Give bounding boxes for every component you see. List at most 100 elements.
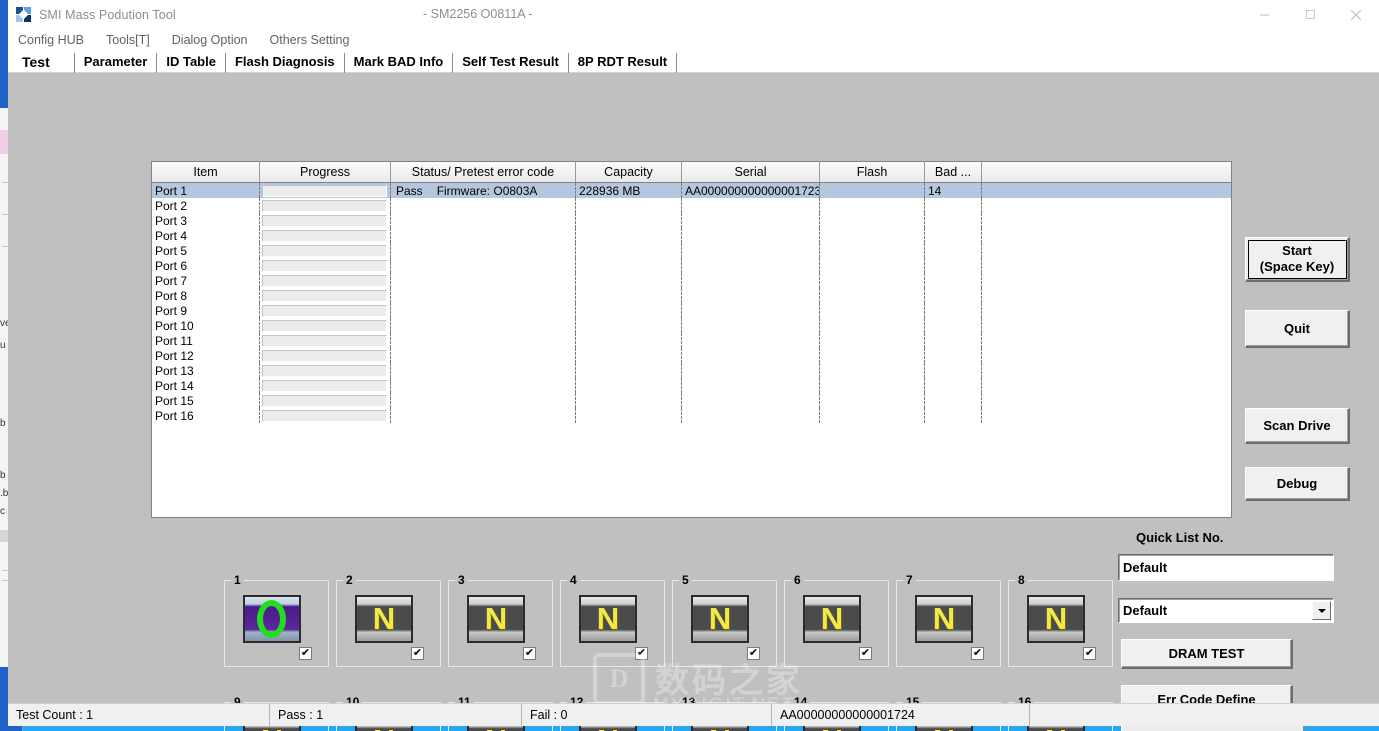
port-panel-2[interactable]: 2 N ✔ xyxy=(336,573,441,667)
port-enable-checkbox[interactable]: ✔ xyxy=(859,647,872,660)
table-cell-item: Port 14 xyxy=(152,378,260,393)
table-row[interactable]: Port 2 xyxy=(152,198,1231,213)
port-panel-4[interactable]: 4 N ✔ xyxy=(560,573,665,667)
window-subtitle: - SM2256 O0811A - xyxy=(423,7,533,21)
menu-item-dialog-option[interactable]: Dialog Option xyxy=(172,33,248,47)
table-cell-filler xyxy=(982,198,1231,213)
table-cell-flash xyxy=(820,258,925,273)
grid-header-serial[interactable]: Serial xyxy=(682,162,820,182)
tab-parameter[interactable]: Parameter xyxy=(75,53,158,73)
progress-bar xyxy=(262,410,387,422)
port-panel-6[interactable]: 6 N ✔ xyxy=(784,573,889,667)
table-row[interactable]: Port 16 xyxy=(152,408,1231,423)
table-row[interactable]: Port 7 xyxy=(152,273,1231,288)
table-row[interactable]: Port 10 xyxy=(152,318,1231,333)
table-row[interactable]: Port 8 xyxy=(152,288,1231,303)
table-row[interactable]: Port 14 xyxy=(152,378,1231,393)
maximize-icon[interactable] xyxy=(1287,0,1333,29)
table-cell-serial xyxy=(682,393,820,408)
debug-button[interactable]: Debug xyxy=(1245,467,1350,501)
grid-header-progress[interactable]: Progress xyxy=(260,162,391,182)
table-row[interactable]: Port 5 xyxy=(152,243,1231,258)
table-row[interactable]: Port 12 xyxy=(152,348,1231,363)
table-cell-status xyxy=(391,333,576,348)
table-row[interactable]: Port 13 xyxy=(152,363,1231,378)
grid-header-flash[interactable]: Flash xyxy=(820,162,925,182)
table-cell-progress xyxy=(260,243,391,258)
port-enable-checkbox[interactable]: ✔ xyxy=(523,647,536,660)
table-cell-capacity xyxy=(576,378,682,393)
scan-drive-button[interactable]: Scan Drive xyxy=(1245,408,1350,444)
tab-8p-rdt-result[interactable]: 8P RDT Result xyxy=(569,53,678,73)
port-enable-checkbox[interactable]: ✔ xyxy=(971,647,984,660)
table-row[interactable]: Port 6 xyxy=(152,258,1231,273)
port-enable-checkbox[interactable]: ✔ xyxy=(299,647,312,660)
table-row[interactable]: Port 3 xyxy=(152,213,1231,228)
table-cell-serial xyxy=(682,333,820,348)
grid-header-bad[interactable]: Bad ... xyxy=(925,162,982,182)
quick-list-combo[interactable]: Default xyxy=(1118,598,1334,623)
tab-flash-diagnosis[interactable]: Flash Diagnosis xyxy=(226,53,345,73)
table-cell-capacity xyxy=(576,408,682,423)
tab-id-table[interactable]: ID Table xyxy=(157,53,226,73)
grid-header-item[interactable]: Item xyxy=(152,162,260,182)
tab-test[interactable]: Test xyxy=(18,53,75,73)
table-cell-status xyxy=(391,243,576,258)
table-cell-bad xyxy=(925,228,982,243)
table-row[interactable]: Port 1 Pass Firmware: O0803A 228936 MB AA000… xyxy=(152,183,1231,198)
table-cell-capacity: 228936 MB xyxy=(576,183,682,198)
quick-list-text-input[interactable]: Default xyxy=(1118,554,1334,581)
table-cell-serial xyxy=(682,348,820,363)
table-cell-flash xyxy=(820,228,925,243)
chevron-down-icon[interactable] xyxy=(1312,601,1331,620)
table-cell-progress xyxy=(260,363,391,378)
drive-idle-icon: N xyxy=(803,595,865,647)
debug-button-label: Debug xyxy=(1276,475,1318,491)
port-enable-checkbox[interactable]: ✔ xyxy=(747,647,760,660)
tab-self-test-result[interactable]: Self Test Result xyxy=(453,53,569,73)
port-panel-3[interactable]: 3 N ✔ xyxy=(448,573,553,667)
close-icon[interactable] xyxy=(1333,0,1379,29)
port-panel-5[interactable]: 5 N ✔ xyxy=(672,573,777,667)
grid-header-status[interactable]: Status/ Pretest error code xyxy=(391,162,576,182)
drive-status-glyph: N xyxy=(596,601,620,636)
menu-item-config-hub[interactable]: Config HUB xyxy=(18,33,84,47)
port-panel-number: 7 xyxy=(903,573,916,587)
status-test-count: Test Count : 1 xyxy=(8,704,270,726)
table-row[interactable]: Port 11 xyxy=(152,333,1231,348)
port-panel-number: 8 xyxy=(1015,573,1028,587)
table-row[interactable]: Port 4 xyxy=(152,228,1231,243)
dram-test-button[interactable]: DRAM TEST xyxy=(1121,639,1293,669)
port-results-grid[interactable]: Item Progress Status/ Pretest error code… xyxy=(151,161,1232,518)
tab-mark-bad-info[interactable]: Mark BAD Info xyxy=(345,53,454,73)
port-panel-8[interactable]: 8 N ✔ xyxy=(1008,573,1113,667)
menu-item-others-setting[interactable]: Others Setting xyxy=(270,33,350,47)
quit-button[interactable]: Quit xyxy=(1245,310,1350,348)
port-enable-checkbox[interactable]: ✔ xyxy=(411,647,424,660)
table-row[interactable]: Port 15 xyxy=(152,393,1231,408)
port-enable-checkbox[interactable]: ✔ xyxy=(635,647,648,660)
port-panel-number: 3 xyxy=(455,573,468,587)
table-cell-item: Port 13 xyxy=(152,363,260,378)
port-panel-7[interactable]: 7 N ✔ xyxy=(896,573,1001,667)
drive-idle-icon: N xyxy=(691,595,753,647)
port-enable-checkbox[interactable]: ✔ xyxy=(1083,647,1096,660)
menu-item-tools[interactable]: Tools[T] xyxy=(106,33,150,47)
quick-list-label: Quick List No. xyxy=(1136,530,1224,545)
table-cell-progress xyxy=(260,318,391,333)
progress-bar xyxy=(262,320,387,332)
start-button[interactable]: Start (Space Key) xyxy=(1245,237,1350,282)
port-panel-1[interactable]: 1 ✔ xyxy=(224,573,329,667)
table-cell-bad: 14 xyxy=(925,183,982,198)
table-row[interactable]: Port 9 xyxy=(152,303,1231,318)
minimize-icon[interactable] xyxy=(1241,0,1287,29)
status-pass: Pass : 1 xyxy=(270,704,522,726)
port-panel-number: 4 xyxy=(567,573,580,587)
table-cell-bad xyxy=(925,198,982,213)
table-cell-capacity xyxy=(576,228,682,243)
table-cell-progress xyxy=(260,198,391,213)
grid-header-capacity[interactable]: Capacity xyxy=(576,162,682,182)
table-cell-filler xyxy=(982,393,1231,408)
table-cell-status xyxy=(391,213,576,228)
table-cell-serial xyxy=(682,258,820,273)
